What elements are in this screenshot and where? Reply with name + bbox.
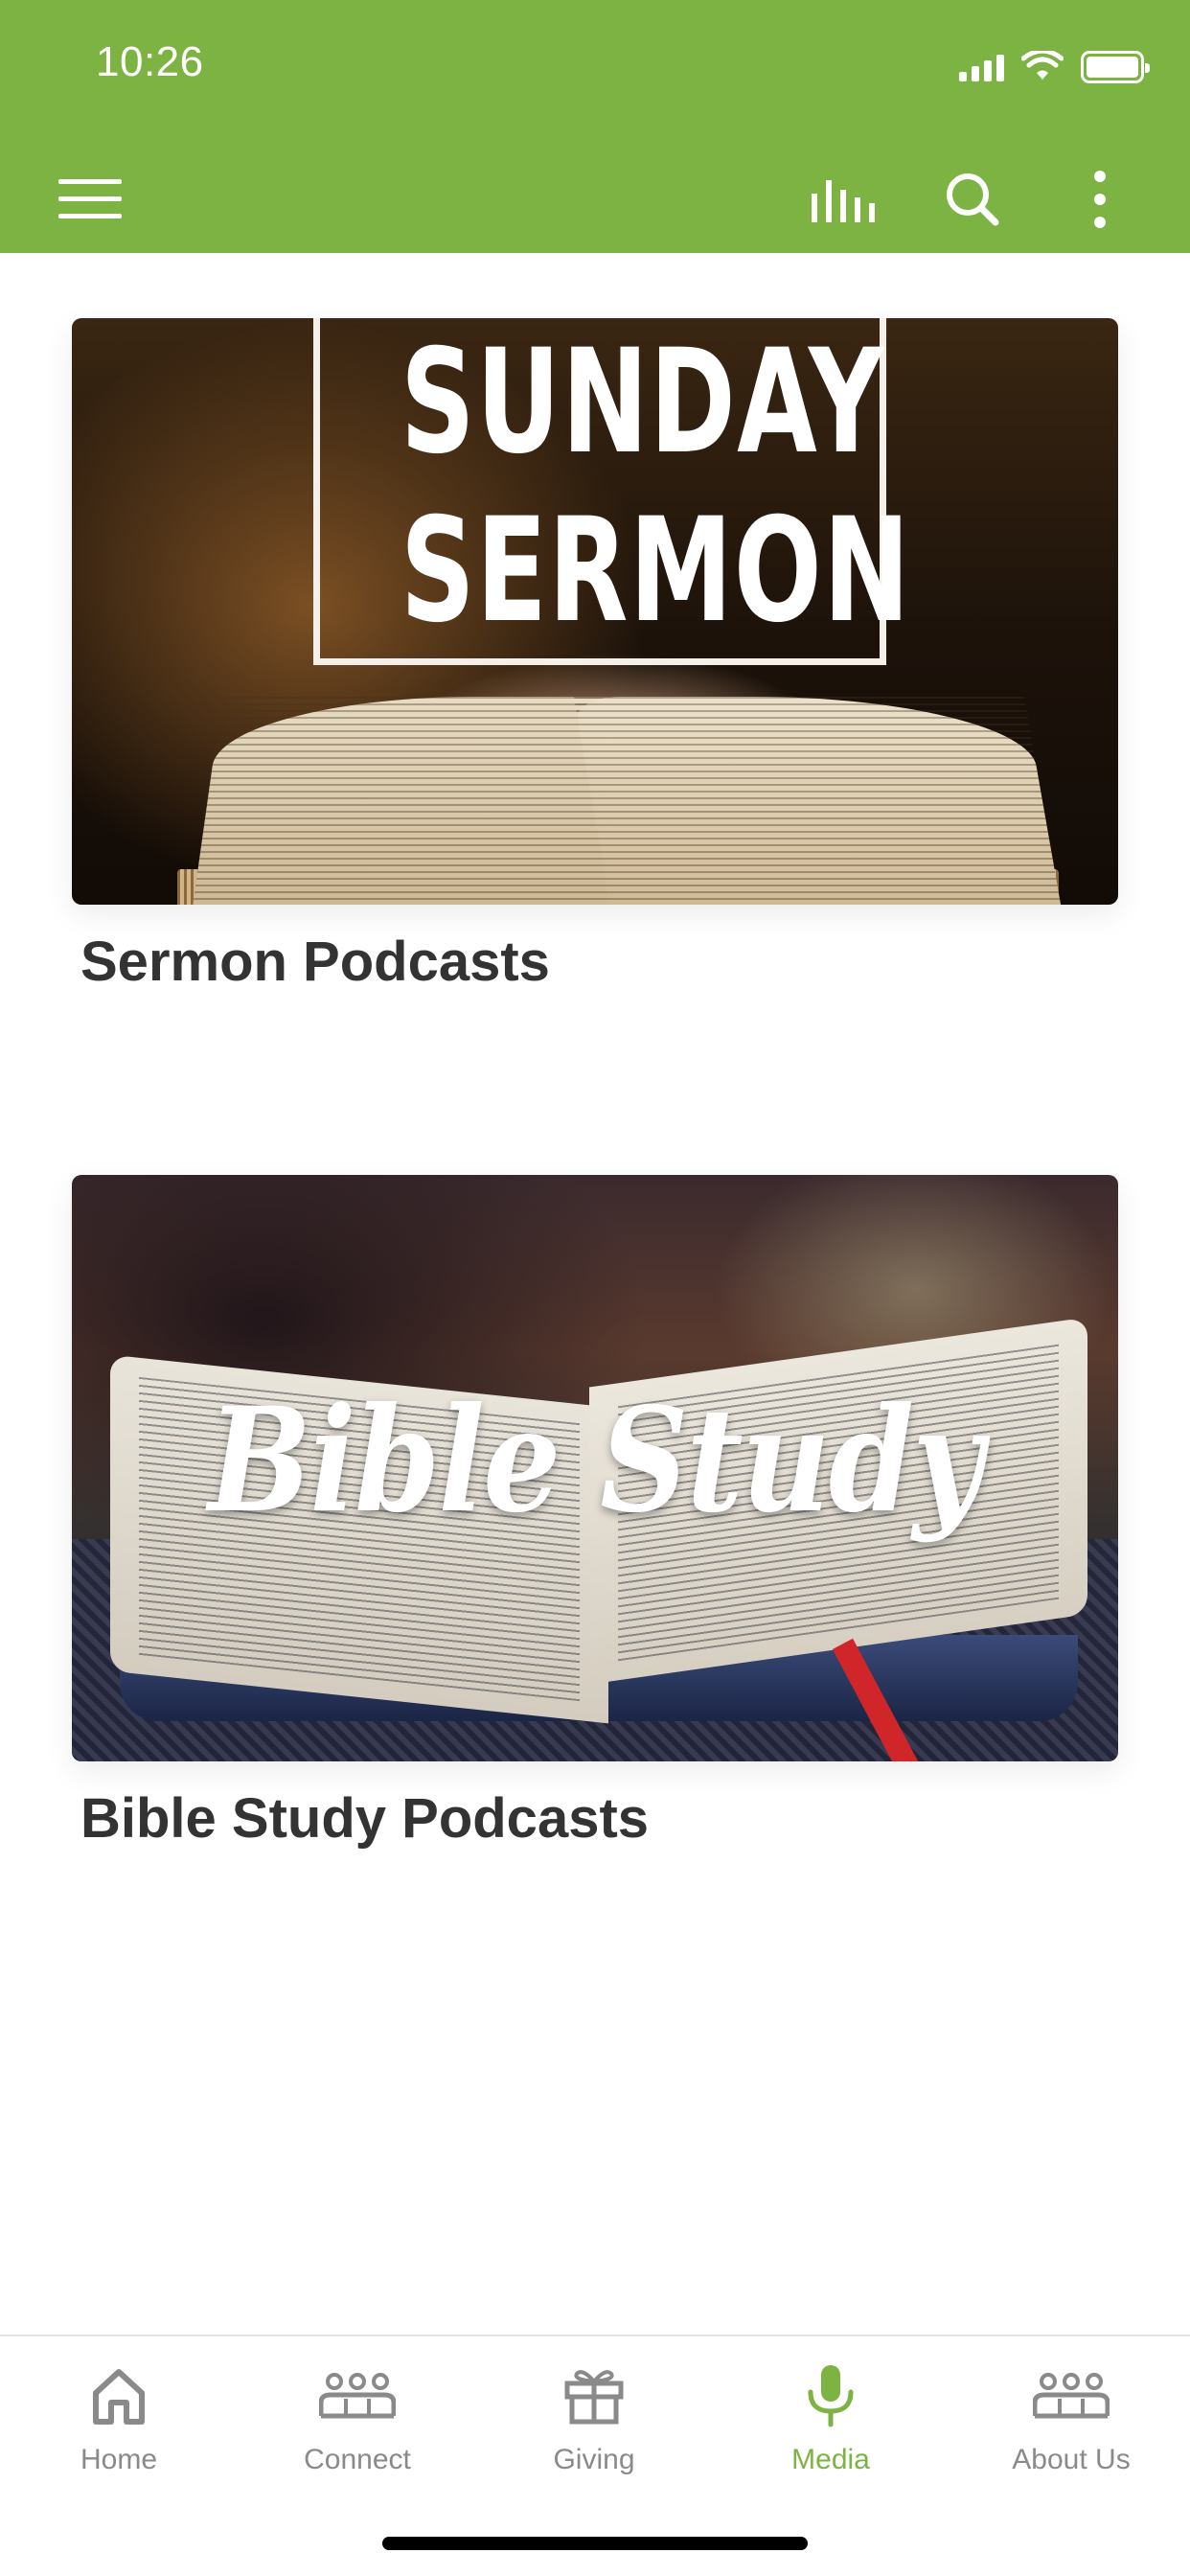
search-icon [947, 173, 999, 226]
equalizer-icon [812, 180, 875, 222]
battery-icon [1081, 51, 1150, 83]
sermon-image-line1: SUNDAY [400, 319, 885, 486]
nav-label: Home [80, 2444, 158, 2475]
more-options-button[interactable] [1062, 161, 1138, 238]
signal-icon [959, 53, 1004, 81]
card-title[interactable]: Bible Study Podcasts [80, 1786, 1118, 1851]
nav-about-us[interactable]: About Us [966, 2358, 1177, 2501]
nav-media[interactable]: Media [725, 2358, 936, 2501]
group-icon [1033, 2373, 1110, 2419]
microphone-icon [808, 2365, 854, 2427]
top-bar: 10:26 [0, 0, 1190, 253]
sermon-image-line2: SERMON [400, 488, 911, 655]
equalizer-button[interactable] [805, 161, 881, 238]
group-icon [319, 2373, 396, 2419]
search-button[interactable] [934, 161, 1011, 238]
nav-label: Media [791, 2444, 870, 2475]
wifi-icon [1021, 51, 1064, 80]
more-vertical-icon [1094, 171, 1106, 228]
sermon-image-text: SUNDAY SERMON [400, 318, 911, 656]
nav-label: Connect [304, 2444, 411, 2475]
app-bar [0, 144, 1190, 253]
home-icon [93, 2369, 145, 2425]
nav-connect[interactable]: Connect [252, 2358, 463, 2501]
bible-study-image-text: Bible Study [208, 1376, 983, 1545]
status-time: 10:26 [96, 38, 204, 85]
home-indicator [382, 2537, 808, 2550]
nav-label: About Us [1012, 2444, 1131, 2475]
gift-icon [564, 2370, 624, 2425]
sunday-sermon-image[interactable]: SUNDAY SERMON [72, 318, 1118, 905]
nav-label: Giving [553, 2444, 635, 2475]
bible-study-podcasts-card[interactable]: Bible Study Bible Study Podcasts [72, 1175, 1118, 1851]
menu-button[interactable] [52, 161, 128, 238]
status-icons [959, 48, 1150, 86]
nav-giving[interactable]: Giving [489, 2358, 699, 2501]
card-title[interactable]: Sermon Podcasts [80, 930, 1118, 994]
sermon-podcasts-card[interactable]: SUNDAY SERMON Sermon Podcasts [72, 318, 1118, 994]
bible-study-image[interactable]: Bible Study [72, 1175, 1118, 1761]
nav-home[interactable]: Home [13, 2358, 224, 2501]
menu-icon [58, 179, 122, 218]
